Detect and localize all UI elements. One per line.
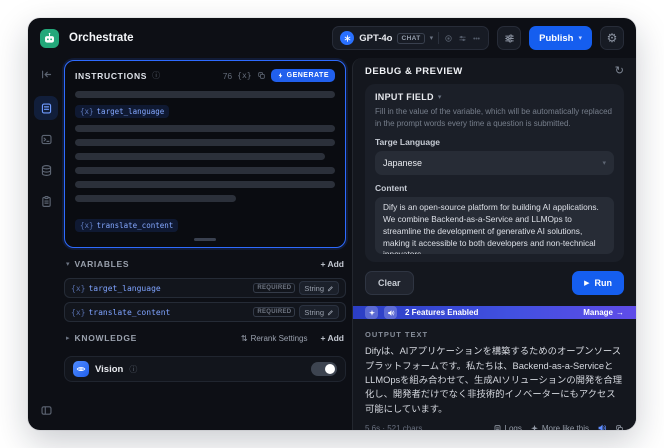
nav-logs-icon[interactable] <box>34 189 58 213</box>
info-icon[interactable]: ⓘ <box>152 70 160 81</box>
nav-datasets-icon[interactable] <box>34 158 58 182</box>
target-language-select[interactable]: Japanese ▾ <box>375 151 614 176</box>
input-field-card: INPUT FIELD ▾ Fill in the value of the v… <box>365 84 624 263</box>
edit-icon <box>327 309 333 315</box>
clear-button[interactable]: Clear <box>365 271 414 296</box>
features-enabled-label: 2 Features Enabled <box>405 308 479 318</box>
text-to-speech-feature-icon <box>384 306 397 320</box>
vision-eye-icon <box>73 361 89 377</box>
insert-variable-button[interactable]: {x} <box>237 71 251 80</box>
manage-features-button[interactable]: Manage → <box>583 308 624 317</box>
chat-mode-badge: CHAT <box>397 32 425 44</box>
logs-button[interactable]: Logs <box>493 424 522 430</box>
app-window: Orchestrate GPT-4o CHAT ▾ Publish ▾ ⚙ IN… <box>28 18 636 430</box>
page-title: Orchestrate <box>69 32 134 44</box>
debug-preview-title: DEBUG & PREVIEW <box>365 66 463 77</box>
output-stats: 5.6s · 521 chars <box>365 423 423 430</box>
edit-icon <box>327 285 333 291</box>
gear-icon: ⚙ <box>606 31 618 45</box>
more-like-this-feature-icon <box>365 306 378 320</box>
back-to-apps-button[interactable] <box>34 62 58 86</box>
app-header: Orchestrate GPT-4o CHAT ▾ Publish ▾ ⚙ <box>28 18 636 58</box>
chevron-down-icon: ▾ <box>578 35 582 42</box>
required-badge: REQUIRED <box>253 283 296 293</box>
chevron-down-icon[interactable]: ▾ <box>66 260 70 268</box>
generate-button[interactable]: GENERATE <box>270 69 335 82</box>
app-settings-button[interactable]: ⚙ <box>600 26 624 50</box>
variables-section-header: ▾ VARIABLES + Add <box>64 254 346 274</box>
content-label: Content <box>375 183 408 194</box>
content-textarea[interactable]: Dify is an open-source platform for buil… <box>375 197 614 255</box>
model-param-icon <box>472 34 481 43</box>
dify-logo-icon[interactable] <box>40 28 59 48</box>
model-tune-button[interactable] <box>497 26 522 50</box>
add-knowledge-button[interactable]: + Add <box>321 333 345 343</box>
output-text: Difyは、AIアプリケーションを構築するためのオープンソースプラットフォームで… <box>365 346 623 414</box>
arrow-right-icon: → <box>616 308 624 318</box>
play-icon: ▶ <box>584 280 590 288</box>
resize-handle[interactable] <box>194 238 216 241</box>
logs-icon <box>494 425 500 430</box>
bolt-icon <box>278 72 282 79</box>
variable-chip[interactable]: {x} translate_content <box>75 219 179 232</box>
prompt-skeleton: {x} target_language {x} translate_conten… <box>75 91 335 232</box>
target-language-label: Targe Language <box>375 137 441 148</box>
input-field-title: INPUT FIELD <box>375 92 434 102</box>
speaker-icon[interactable] <box>597 423 607 430</box>
variable-type-pill[interactable]: String <box>299 305 339 319</box>
required-badge: REQUIRED <box>253 307 296 317</box>
debug-preview-panel: DEBUG & PREVIEW ↻ INPUT FIELD ▾ Fill in … <box>352 58 636 430</box>
variable-row[interactable]: {x} target_language REQUIRED String <box>64 278 346 298</box>
knowledge-section-header: ▸ KNOWLEDGE ⇅ Rerank Settings + Add <box>64 328 346 348</box>
vision-label: Vision <box>95 363 124 375</box>
model-param-icon <box>458 34 467 43</box>
chevron-down-icon[interactable]: ▾ <box>438 93 442 101</box>
token-count: 76 <box>222 70 233 81</box>
chevron-down-icon: ▾ <box>602 160 606 168</box>
variable-row[interactable]: {x} translate_content REQUIRED String <box>64 302 346 322</box>
knowledge-title: KNOWLEDGE <box>74 333 138 343</box>
copy-icon[interactable] <box>615 424 624 430</box>
instructions-editor[interactable]: INSTRUCTIONS ⓘ 76 {x} GENERATE {x} targe… <box>64 60 346 248</box>
sparkle-icon <box>531 424 538 430</box>
publish-button[interactable]: Publish ▾ <box>529 26 592 50</box>
nav-rail <box>28 58 64 430</box>
plus-icon: + <box>320 333 326 343</box>
model-name: GPT-4o <box>359 32 393 44</box>
nav-api-access-icon[interactable] <box>34 127 58 151</box>
variables-title: VARIABLES <box>74 259 130 269</box>
input-field-description: Fill in the value of the variable, which… <box>375 107 613 128</box>
variable-chip[interactable]: {x} target_language <box>75 105 170 118</box>
plus-icon: + <box>320 259 326 269</box>
info-icon[interactable]: ⓘ <box>129 364 137 375</box>
add-variable-button[interactable]: + Add <box>321 259 345 269</box>
orchestrate-column: INSTRUCTIONS ⓘ 76 {x} GENERATE {x} targe… <box>64 58 352 430</box>
rerank-icon: ⇅ <box>240 333 248 343</box>
run-button[interactable]: ▶ Run <box>572 271 624 296</box>
features-bar: 2 Features Enabled Manage → <box>353 306 636 320</box>
rerank-settings-button[interactable]: ⇅ Rerank Settings <box>241 334 308 343</box>
refresh-icon[interactable]: ↻ <box>615 66 624 77</box>
collapse-panel-icon[interactable] <box>34 398 58 422</box>
copy-icon[interactable] <box>257 71 266 80</box>
nav-orchestrate-icon[interactable] <box>34 96 58 120</box>
model-selector[interactable]: GPT-4o CHAT ▾ <box>332 26 490 50</box>
chevron-right-icon[interactable]: ▸ <box>66 334 70 342</box>
chevron-down-icon: ▾ <box>429 35 434 42</box>
instructions-title: INSTRUCTIONS <box>75 70 148 81</box>
model-provider-icon <box>340 31 355 45</box>
variable-type-pill[interactable]: String <box>299 281 339 295</box>
more-like-this-button[interactable]: More like this <box>530 424 589 430</box>
vision-toggle[interactable] <box>311 362 337 376</box>
output-text-title: OUTPUT TEXT <box>365 330 429 340</box>
model-param-icon <box>444 34 453 43</box>
vision-feature-row: Vision ⓘ <box>64 356 346 382</box>
